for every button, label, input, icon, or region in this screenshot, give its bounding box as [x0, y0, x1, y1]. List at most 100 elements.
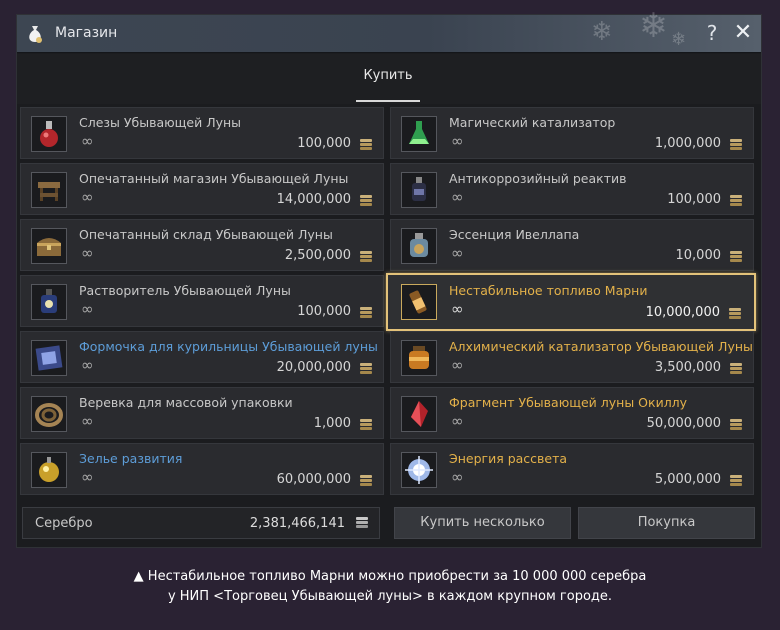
item-name: Фрагмент Убывающей луны Окиллу — [449, 395, 688, 410]
item-price: 100,000 — [667, 192, 721, 207]
shop-item[interactable]: Растворитель Убывающей Луны ∞ 100,000 — [20, 275, 384, 327]
item-price: 100,000 — [297, 304, 351, 319]
buy-multiple-button[interactable]: Купить несколько — [394, 507, 571, 539]
stock-infinite: ∞ — [81, 468, 94, 486]
shop-item[interactable]: Антикоррозийный реактив ∞ 100,000 — [390, 163, 754, 215]
item-price: 2,500,000 — [284, 248, 351, 263]
stock-infinite: ∞ — [451, 356, 464, 374]
rope-icon — [31, 396, 67, 432]
amber-jar-icon — [401, 340, 437, 376]
caption-line-1: ▲ Нестабильное топливо Марни можно приоб… — [133, 569, 647, 584]
item-name: Эссенция Ивеллапа — [449, 227, 580, 242]
stall-icon — [31, 172, 67, 208]
item-name: Веревка для массовой упаковки — [79, 395, 293, 410]
money-bag-icon — [25, 24, 45, 44]
blue-bottle-icon — [31, 284, 67, 320]
silver-balance: Серебро 2,381,466,141 — [22, 507, 380, 539]
item-price: 1,000 — [313, 416, 351, 431]
stock-infinite: ∞ — [451, 188, 464, 206]
item-name: Энергия рассвета — [449, 451, 568, 466]
stock-infinite: ∞ — [81, 300, 94, 318]
shop-item[interactable]: Эссенция Ивеллапа ∞ 10,000 — [390, 219, 754, 271]
item-price: 5,000,000 — [654, 472, 721, 487]
silver-coin-icon — [356, 517, 368, 528]
stock-infinite: ∞ — [81, 188, 94, 206]
silver-coin-icon — [360, 475, 372, 486]
green-flask-icon — [401, 116, 437, 152]
item-name: Слезы Убывающей Луны — [79, 115, 242, 130]
item-price: 50,000,000 — [646, 416, 721, 431]
caption-line-2: у НИП <Торговец Убывающей луны> в каждом… — [167, 589, 613, 604]
item-price: 10,000,000 — [645, 305, 720, 320]
item-price: 20,000,000 — [276, 360, 351, 375]
silver-label: Серебро — [35, 516, 93, 531]
silver-coin-icon — [360, 419, 372, 430]
silver-amount: 2,381,466,141 — [249, 516, 345, 531]
help-button[interactable]: ? — [701, 21, 723, 45]
shop-item[interactable]: Опечатанный магазин Убывающей Луны ∞ 14,… — [20, 163, 384, 215]
item-name: Опечатанный склад Убывающей Луны — [79, 227, 333, 242]
item-price: 100,000 — [297, 136, 351, 151]
silver-coin-icon — [730, 419, 742, 430]
item-price: 3,500,000 — [654, 360, 721, 375]
item-price: 60,000,000 — [276, 472, 351, 487]
shop-item[interactable]: Магический катализатор ∞ 1,000,000 — [390, 107, 754, 159]
essence-jar-icon — [401, 228, 437, 264]
buy-button[interactable]: Покупка — [578, 507, 755, 539]
close-icon[interactable]: ✕ — [731, 21, 755, 45]
stock-infinite: ∞ — [81, 356, 94, 374]
stock-infinite: ∞ — [81, 132, 94, 150]
stock-infinite: ∞ — [451, 412, 464, 430]
item-name: Антикоррозийный реактив — [449, 171, 627, 186]
caption: ▲ Нестабильное топливо Марни можно приоб… — [0, 567, 780, 607]
dark-bottle-icon — [401, 172, 437, 208]
item-price: 10,000 — [675, 248, 722, 263]
shop-item[interactable]: Формочка для курильницы Убывающей луны ∞… — [20, 331, 384, 383]
shop-item[interactable]: Зелье развития ∞ 60,000,000 — [20, 443, 384, 495]
silver-coin-icon — [360, 251, 372, 262]
red-potion-icon — [31, 116, 67, 152]
shop-item[interactable]: Энергия рассвета ∞ 5,000,000 — [390, 443, 754, 495]
growth-potion-icon — [31, 452, 67, 488]
silver-coin-icon — [730, 251, 742, 262]
silver-coin-icon — [360, 139, 372, 150]
stock-infinite: ∞ — [451, 300, 464, 318]
crystal-fragment-icon — [401, 396, 437, 432]
stock-infinite: ∞ — [451, 468, 464, 486]
footer-bar: Серебро 2,381,466,141 Купить несколько П… — [17, 505, 761, 541]
snowflake-icon: ❄ — [671, 29, 687, 50]
window-title: Магазин — [55, 25, 118, 41]
silver-coin-icon — [730, 195, 742, 206]
stock-infinite: ∞ — [81, 244, 94, 262]
item-name: Растворитель Убывающей Луны — [79, 283, 291, 298]
shop-item[interactable]: Алхимический катализатор Убывающей Луны … — [390, 331, 754, 383]
silver-coin-icon — [360, 307, 372, 318]
chest-icon — [31, 228, 67, 264]
silver-coin-icon — [360, 363, 372, 374]
tab-bar: Купить — [17, 54, 761, 104]
silver-coin-icon — [729, 308, 741, 319]
snowflake-icon: ❄ — [639, 6, 668, 46]
shop-item[interactable]: Опечатанный склад Убывающей Луны ∞ 2,500… — [20, 219, 384, 271]
fuel-vial-icon — [401, 284, 437, 320]
item-name: Зелье развития — [79, 451, 183, 466]
item-name: Нестабильное топливо Марни — [449, 283, 648, 298]
silver-coin-icon — [730, 475, 742, 486]
tab-buy[interactable]: Купить — [356, 68, 420, 102]
shop-window: Магазин ❄ ❄ ❄ ? ✕ Купить Слезы Убывающей… — [16, 9, 762, 548]
item-name: Формочка для курильницы Убывающей луны — [79, 339, 378, 354]
stock-infinite: ∞ — [81, 412, 94, 430]
item-name: Магический катализатор — [449, 115, 616, 130]
stock-infinite: ∞ — [451, 244, 464, 262]
stock-infinite: ∞ — [451, 132, 464, 150]
dawn-energy-icon — [401, 452, 437, 488]
item-name: Алхимический катализатор Убывающей Луны — [449, 339, 753, 354]
silver-coin-icon — [730, 363, 742, 374]
snowflake-icon: ❄ — [591, 17, 613, 47]
mold-icon — [31, 340, 67, 376]
title-bar[interactable]: Магазин ❄ ❄ ❄ ? ✕ — [17, 9, 761, 53]
shop-item[interactable]: Веревка для массовой упаковки ∞ 1,000 — [20, 387, 384, 439]
shop-item-selected[interactable]: Нестабильное топливо Марни ∞ 10,000,000 — [386, 273, 756, 331]
shop-item[interactable]: Слезы Убывающей Луны ∞ 100,000 — [20, 107, 384, 159]
shop-item[interactable]: Фрагмент Убывающей луны Окиллу ∞ 50,000,… — [390, 387, 754, 439]
